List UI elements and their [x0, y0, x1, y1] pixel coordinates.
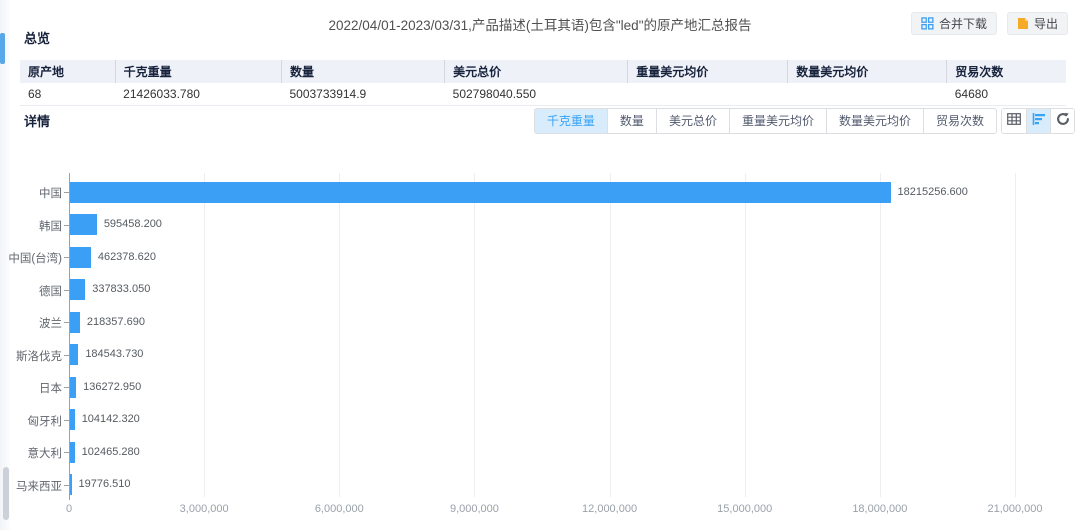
bar[interactable] [70, 442, 75, 463]
merge-grid-icon [921, 17, 934, 30]
column-header: 千克重量 [115, 60, 281, 83]
refresh-icon [1056, 112, 1070, 131]
metric-tab[interactable]: 重量美元均价 [729, 109, 826, 133]
left-scrollbar-thumb[interactable] [3, 467, 9, 520]
column-header: 重量美元均价 [628, 60, 788, 83]
x-axis-tick-label: 12,000,000 [582, 503, 637, 515]
category-axis-tick [64, 420, 69, 421]
header-actions: 合并下载 导出 [911, 12, 1068, 35]
report-page: 2022/04/01-2023/03/31,产品描述(土耳其语)包含"led"的… [0, 0, 1080, 530]
table-cell [628, 83, 788, 105]
bar[interactable] [70, 182, 891, 203]
view-switch [1001, 108, 1075, 134]
category-axis-tick [64, 225, 69, 226]
bar-value-label: 102465.280 [82, 446, 140, 458]
gridline [474, 173, 475, 497]
category-axis-tick [64, 257, 69, 258]
bar-value-label: 136272.950 [83, 381, 141, 393]
table-cell: 68 [20, 83, 115, 105]
overview-table-head: 原产地千克重量数量美元总价重量美元均价数量美元均价贸易次数 [20, 60, 1066, 83]
details-section-label: 详情 [24, 111, 50, 130]
metric-tab[interactable]: 千克重量 [535, 109, 607, 133]
gridline [339, 173, 340, 497]
export-label: 导出 [1034, 15, 1058, 32]
category-axis-tick [64, 192, 69, 193]
table-cell: 64680 [947, 83, 1066, 105]
export-file-icon [1017, 17, 1029, 30]
refresh-button[interactable] [1050, 109, 1074, 133]
table-view-button[interactable] [1002, 109, 1026, 133]
column-header: 原产地 [20, 60, 115, 83]
bar[interactable] [70, 377, 76, 398]
category-label: 匈牙利 [0, 413, 62, 429]
x-axis-tick-label: 15,000,000 [717, 503, 772, 515]
bar-value-label: 337833.050 [92, 283, 150, 295]
overview-section-label: 总览 [24, 28, 50, 47]
gridline [1015, 173, 1016, 497]
category-axis-tick [64, 355, 69, 356]
metric-tab[interactable]: 数量 [607, 109, 656, 133]
gridline [610, 173, 611, 497]
bar[interactable] [70, 312, 80, 333]
bar-value-label: 462378.620 [98, 251, 156, 263]
bar[interactable] [70, 247, 91, 268]
metric-tab[interactable]: 贸易次数 [923, 109, 996, 133]
merge-download-button[interactable]: 合并下载 [911, 12, 997, 35]
x-axis-tick-label: 21,000,000 [987, 503, 1042, 515]
bar-value-label: 184543.730 [85, 348, 143, 360]
column-header: 数量美元均价 [788, 60, 947, 83]
category-label: 中国 [0, 185, 62, 201]
table-cell: 5003733914.9 [281, 83, 444, 105]
table-row: 6821426033.7805003733914.9502798040.550 6… [20, 83, 1066, 105]
category-axis-tick [64, 322, 69, 323]
x-axis-tick-label: 3,000,000 [180, 503, 229, 515]
gridline [204, 173, 205, 497]
bar-value-label: 19776.510 [79, 478, 131, 490]
gridline [880, 173, 881, 497]
bar-chart-view-icon [1032, 112, 1046, 130]
category-axis-tick [64, 290, 69, 291]
column-header: 美元总价 [445, 60, 628, 83]
x-axis-tick-label: 9,000,000 [450, 503, 499, 515]
bar-value-label: 104142.320 [82, 413, 140, 425]
category-axis-tick [64, 485, 69, 486]
x-axis-tick-label: 6,000,000 [315, 503, 364, 515]
left-scrollbar-active-indicator[interactable] [0, 33, 5, 64]
metric-tab[interactable]: 美元总价 [656, 109, 729, 133]
bar-chart-view-button[interactable] [1026, 109, 1050, 133]
category-axis-tick [64, 387, 69, 388]
bar-value-label: 18215256.600 [898, 186, 968, 198]
bar-value-label: 218357.690 [87, 316, 145, 328]
table-cell: 21426033.780 [115, 83, 281, 105]
column-header: 数量 [281, 60, 444, 83]
table-view-icon [1007, 112, 1021, 130]
x-axis-tick-label: 18,000,000 [852, 503, 907, 515]
overview-table-body: 6821426033.7805003733914.9502798040.550 6… [20, 83, 1066, 105]
category-axis-tick [64, 452, 69, 453]
gridline [745, 173, 746, 497]
bar[interactable] [70, 474, 72, 495]
x-axis-tick-label: 0 [66, 503, 72, 515]
category-label: 德国 [0, 283, 62, 299]
category-label: 斯洛伐克 [0, 348, 62, 364]
overview-table: 原产地千克重量数量美元总价重量美元均价数量美元均价贸易次数 6821426033… [20, 60, 1066, 106]
metric-tabs: 千克重量数量美元总价重量美元均价数量美元均价贸易次数 [534, 108, 997, 134]
table-cell: 502798040.550 [445, 83, 628, 105]
category-label: 马来西亚 [0, 478, 62, 494]
metric-tab[interactable]: 数量美元均价 [826, 109, 923, 133]
merge-download-label: 合并下载 [939, 15, 987, 32]
category-label: 日本 [0, 380, 62, 396]
bar[interactable] [70, 214, 97, 235]
bar[interactable] [70, 279, 85, 300]
category-label: 韩国 [0, 218, 62, 234]
bar[interactable] [70, 344, 78, 365]
category-label: 波兰 [0, 315, 62, 331]
column-header: 贸易次数 [947, 60, 1066, 83]
table-cell [788, 83, 947, 105]
category-label: 中国(台湾) [0, 250, 62, 266]
category-label: 意大利 [0, 445, 62, 461]
bar[interactable] [70, 409, 75, 430]
export-button[interactable]: 导出 [1007, 12, 1068, 35]
bar-value-label: 595458.200 [104, 218, 162, 230]
